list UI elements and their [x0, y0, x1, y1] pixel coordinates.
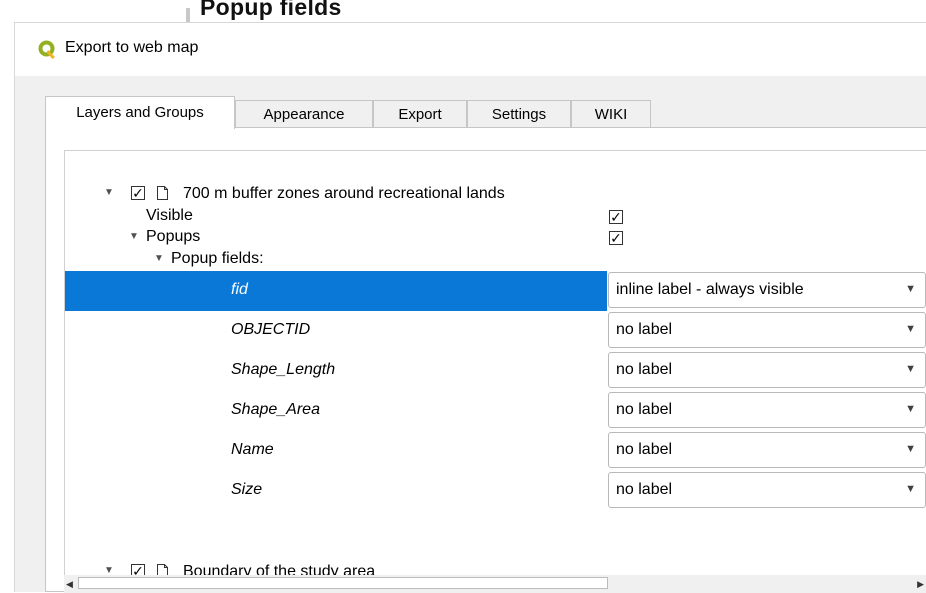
qgis-logo-icon	[38, 40, 55, 59]
document-icon	[157, 186, 168, 200]
field-label-select[interactable]: inline label - always visible ▼	[608, 272, 926, 308]
horizontal-scrollbar[interactable]: ◀ ▶	[64, 575, 926, 593]
tab-wiki[interactable]: WIKI	[571, 100, 651, 128]
layers-tree[interactable]: ▼ ✓ 700 m buffer zones around recreation…	[64, 150, 926, 576]
field-label-value: no label	[616, 321, 673, 338]
field-cell[interactable]: Name	[65, 431, 607, 471]
tree-row-visible[interactable]: Visible ✓	[65, 206, 926, 228]
field-label-value: no label	[616, 481, 673, 498]
field-label-value: no label	[616, 361, 673, 378]
field-name: Size	[231, 481, 263, 498]
visible-label: Visible	[146, 207, 193, 224]
field-row[interactable]: fid inline label - always visible ▼	[65, 271, 926, 311]
field-label-select[interactable]: no label ▼	[608, 432, 926, 468]
field-name: Shape_Length	[231, 361, 336, 378]
field-row[interactable]: Shape_Area no label ▼	[65, 391, 926, 431]
field-name: fid	[231, 281, 248, 298]
field-cell[interactable]: fid	[65, 271, 607, 311]
popups-label: Popups	[146, 228, 201, 245]
tab-export[interactable]: Export	[373, 100, 467, 128]
tab-layers-and-groups[interactable]: Layers and Groups	[45, 96, 235, 129]
tree-row-popup-fields[interactable]: ▼ Popup fields:	[65, 249, 926, 271]
field-cell[interactable]: Shape_Length	[65, 351, 607, 391]
expand-arrow-icon[interactable]: ▼	[104, 187, 114, 198]
dialog-title: Export to web map	[65, 39, 199, 56]
tree-row-layer[interactable]: ▼ ✓ 700 m buffer zones around recreation…	[65, 183, 926, 207]
chevron-down-icon: ▼	[905, 483, 916, 495]
field-cell[interactable]: Shape_Area	[65, 391, 607, 431]
export-web-map-dialog: Export to web map Layers and Groups Appe…	[14, 22, 926, 593]
field-name: Shape_Area	[231, 401, 320, 418]
tab-settings[interactable]: Settings	[467, 100, 571, 128]
field-label-select[interactable]: no label ▼	[608, 472, 926, 508]
layer-checkbox[interactable]: ✓	[131, 186, 145, 200]
field-name: OBJECTID	[231, 321, 311, 338]
field-label-value: no label	[616, 441, 673, 458]
layers-and-groups-panel: ▼ ✓ 700 m buffer zones around recreation…	[45, 127, 926, 593]
field-label-select[interactable]: no label ▼	[608, 352, 926, 388]
scrollbar-thumb[interactable]	[78, 577, 608, 589]
popups-checkbox[interactable]: ✓	[609, 231, 623, 245]
field-row[interactable]: Shape_Length no label ▼	[65, 351, 926, 391]
field-label-select[interactable]: no label ▼	[608, 312, 926, 348]
tab-appearance[interactable]: Appearance	[235, 100, 373, 128]
chevron-down-icon: ▼	[905, 323, 916, 335]
visible-checkbox[interactable]: ✓	[609, 210, 623, 224]
chevron-down-icon: ▼	[905, 443, 916, 455]
field-cell[interactable]: OBJECTID	[65, 311, 607, 351]
expand-arrow-icon[interactable]: ▼	[154, 253, 164, 264]
popup-fields-label: Popup fields:	[171, 250, 264, 267]
field-label-select[interactable]: no label ▼	[608, 392, 926, 428]
scroll-right-icon[interactable]: ▶	[917, 579, 924, 590]
field-name: Name	[231, 441, 274, 458]
dialog-titlebar[interactable]: Export to web map	[15, 23, 926, 76]
tree-row-layer[interactable]: ▼ ✓ Boundary of the study area	[65, 561, 926, 576]
field-label-value: no label	[616, 401, 673, 418]
chevron-down-icon: ▼	[905, 363, 916, 375]
field-label-value: inline label - always visible	[616, 281, 804, 298]
expand-arrow-icon[interactable]: ▼	[129, 231, 139, 242]
field-row[interactable]: OBJECTID no label ▼	[65, 311, 926, 351]
field-row[interactable]: Size no label ▼	[65, 471, 926, 511]
background-window-title: Popup fields	[200, 0, 342, 20]
tree-row-popups[interactable]: ▼ Popups ✓	[65, 227, 926, 249]
field-row[interactable]: Name no label ▼	[65, 431, 926, 471]
scroll-left-icon[interactable]: ◀	[66, 579, 73, 590]
chevron-down-icon: ▼	[905, 403, 916, 415]
chevron-down-icon: ▼	[905, 283, 916, 295]
field-cell[interactable]: Size	[65, 471, 607, 511]
layer-name: 700 m buffer zones around recreational l…	[183, 185, 505, 202]
